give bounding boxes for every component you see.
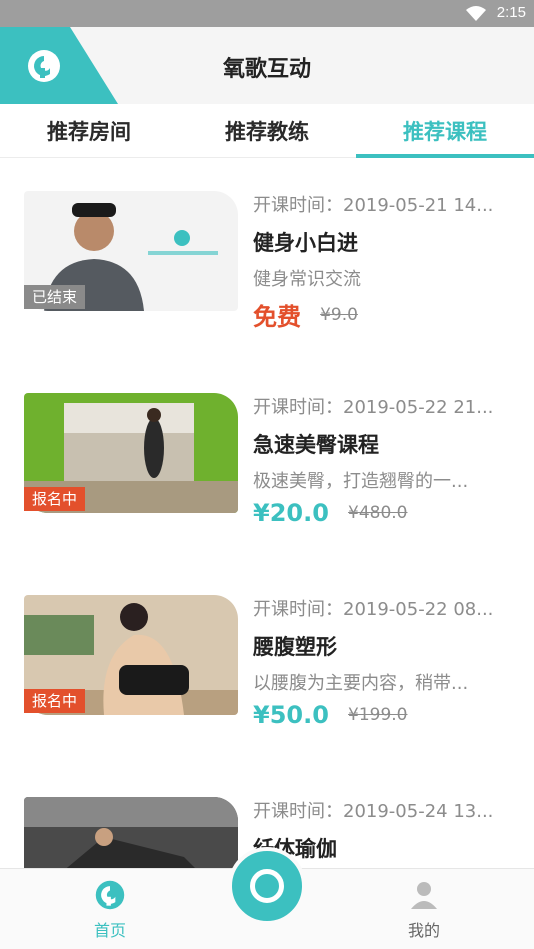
course-price: 免费 <box>253 303 301 331</box>
user-icon <box>411 882 437 909</box>
course-original-price: ¥9.0 <box>320 304 358 325</box>
course-original-price: ¥199.0 <box>348 705 408 725</box>
course-list: 已结束 开课时间：2019-05-21 14... 健身小白进 健身常识交流 免… <box>0 158 534 868</box>
nav-home-label: 首页 <box>93 921 126 940</box>
center-ring-icon <box>250 869 284 903</box>
course-start-time: 开课时间：2019-05-22 08... <box>253 599 494 620</box>
course-price: ¥50.0 <box>253 701 329 729</box>
course-item[interactable]: 报名中 开课时间：2019-05-22 21... 急速美臀课程 极速美臀，打造… <box>0 360 534 530</box>
course-name: 健身小白进 <box>253 231 358 255</box>
course-name: 急速美臀课程 <box>253 433 379 457</box>
wifi-icon <box>466 6 486 26</box>
course-name: 腰腹塑形 <box>253 635 337 659</box>
status-time: 2:15 <box>496 4 526 21</box>
nav-home-button[interactable]: 首页 <box>70 879 150 941</box>
course-start-time: 开课时间：2019-05-21 14... <box>253 195 494 216</box>
status-badge: 已结束 <box>24 285 86 309</box>
status-badge: 报名中 <box>24 487 86 511</box>
course-original-price: ¥480.0 <box>348 503 408 523</box>
course-description: 以腰腹为主要内容，稍带... <box>253 673 469 694</box>
course-price: ¥20.0 <box>253 499 329 527</box>
course-description: 极速美臀，打造翘臀的一... <box>253 471 469 492</box>
nav-me-button[interactable]: 我的 <box>384 879 464 941</box>
course-thumbnail <box>24 797 238 868</box>
status-badge: 报名中 <box>24 689 86 713</box>
tab-recommended-coaches[interactable]: 推荐教练 <box>178 104 356 157</box>
bottom-navigation: 首页 我的 <box>0 847 534 949</box>
page-title: 氧歌互动 <box>222 57 311 82</box>
nav-center-button[interactable] <box>228 847 306 925</box>
tab-recommended-rooms[interactable]: 推荐房间 <box>0 104 178 157</box>
tab-recommended-courses[interactable]: 推荐课程 <box>356 104 534 158</box>
course-item[interactable]: 报名中 开课时间：2019-05-22 08... 腰腹塑形 以腰腹为主要内容，… <box>0 562 534 732</box>
nav-me-label: 我的 <box>407 921 440 940</box>
course-start-time: 开课时间：2019-05-24 13... <box>253 801 494 822</box>
course-start-time: 开课时间：2019-05-22 21... <box>253 397 494 418</box>
status-bar: 2:15 <box>0 0 534 27</box>
course-item[interactable]: 已结束 开课时间：2019-05-21 14... 健身小白进 健身常识交流 免… <box>0 158 534 331</box>
home-icon <box>95 880 125 910</box>
app-header: 氧歌互动 <box>0 27 534 104</box>
course-description: 健身常识交流 <box>253 269 361 290</box>
tab-bar: 推荐房间 推荐教练 推荐课程 <box>0 104 534 158</box>
